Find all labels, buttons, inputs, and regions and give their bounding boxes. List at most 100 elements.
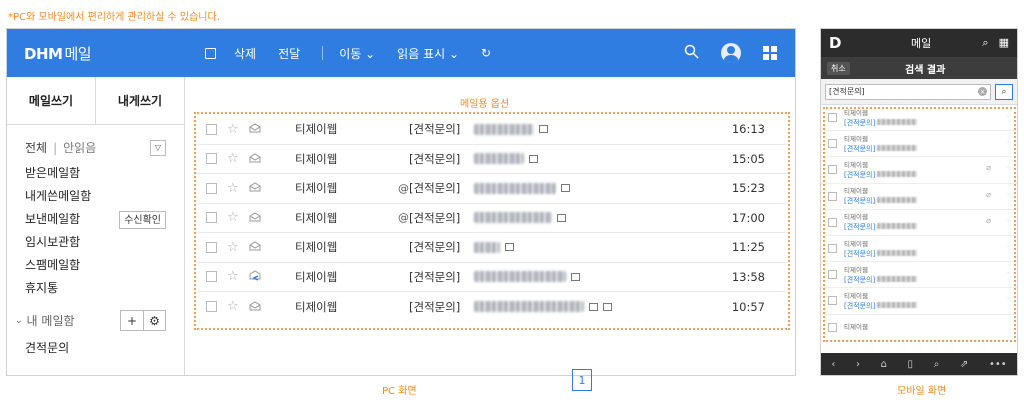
table-row[interactable]: ☆ 티제이웹 [견적문의] 15:05 [197,145,787,174]
forward-icon[interactable]: › [856,359,860,370]
self-compose-button[interactable]: 내게쓰기 [95,77,184,124]
blurred-subject[interactable] [474,212,552,224]
row-checkbox[interactable] [206,301,217,313]
cancel-button[interactable]: 취소 [827,61,850,75]
copy-icon[interactable] [557,213,566,222]
back-icon[interactable]: ‹ [831,359,835,370]
row-checkbox[interactable] [206,123,217,135]
table-row[interactable]: ☆ 티제이웹 [견적문의] 11:25 [197,233,787,263]
page-button[interactable]: 1 [572,369,592,391]
copy-icon[interactable] [561,184,570,193]
mobile-search-input[interactable]: [견적문의] × [825,83,991,100]
blurred-subject[interactable] [474,153,524,165]
copy-icon[interactable] [603,302,612,311]
mail-subject-tag[interactable]: [견적문의] [409,299,464,315]
table-row[interactable]: ☆ 티제이웹 [견적문의] 13:58 [197,263,787,292]
blurred-subject[interactable] [474,123,534,135]
home-icon[interactable]: ⌂ [881,359,887,370]
folder-inbox[interactable]: 받은메일함 [7,162,184,185]
filter-unread[interactable]: 안읽음 [63,139,96,156]
star-icon[interactable]: ☆ [227,210,241,225]
copy-icon[interactable] [589,302,598,311]
chevron-down-icon[interactable]: ▽ [150,139,166,156]
mail-time: 16:13 [731,122,765,137]
mail-time: 11:25 [731,240,765,255]
star-icon[interactable]: ☆ [227,181,241,196]
folder-spam[interactable]: 스팸메일함 [7,254,184,277]
blurred-subject[interactable] [474,271,566,283]
mail-sender[interactable]: 티제이웹 [263,269,397,285]
mail-subject-tag[interactable]: [견적문의] [409,239,464,255]
row-checkbox[interactable] [206,182,217,194]
folder-drafts[interactable]: 임시보관함 [7,231,184,254]
row-checkbox[interactable] [206,212,217,224]
delete-button[interactable]: 삭제 [234,45,256,62]
filter-all[interactable]: 전체 [25,139,47,156]
bookmark-icon[interactable]: ▯ [908,359,914,370]
mobile-logo[interactable]: D [829,34,841,52]
table-row[interactable]: ☆ 티제이웹 [견적문의] 16:13 [197,115,787,145]
star-icon[interactable]: ☆ [227,240,241,255]
folder-trash[interactable]: 휴지통 [7,277,184,300]
logo[interactable]: DHM 메일 [24,43,92,64]
gear-icon[interactable]: ⚙ [143,311,165,330]
refresh-icon[interactable]: ↻ [481,46,491,60]
envelope-icon [249,122,263,136]
clear-icon[interactable]: × [978,87,987,96]
row-checkbox[interactable] [206,271,217,283]
search-icon[interactable]: ⌕ [982,36,988,50]
mail-subject-tag[interactable]: [견적문의] [409,269,464,285]
apps-grid-icon[interactable] [763,46,777,60]
star-icon[interactable]: ☆ [227,122,241,137]
chevron-down-icon[interactable]: ⌄ [15,316,23,326]
move-dropdown[interactable]: 이동 ⌄ [339,45,375,62]
compose-button[interactable]: 메일쓰기 [7,77,95,124]
table-row[interactable]: ☆ 티제이웹 @ [견적문의] 15:23 [197,174,787,204]
search-icon[interactable] [684,44,699,63]
star-icon[interactable]: ☆ [227,299,241,314]
mail-sender[interactable]: 티제이웹 [263,210,397,226]
blurred-subject[interactable] [474,241,500,253]
folder-to-me[interactable]: 내게쓴메일함 [7,185,184,208]
grid-icon[interactable]: ▦ [999,36,1009,50]
mail-sender[interactable]: 티제이웹 [263,151,397,167]
copy-icon[interactable] [529,154,538,163]
select-all-checkbox[interactable] [205,47,216,59]
share-icon[interactable]: ⇗ [960,359,968,370]
my-mailbox-label[interactable]: 내 메일함 [27,312,75,329]
folder-sent[interactable]: 보낸메일함 수신확인 [7,208,184,231]
recv-check-button[interactable]: 수신확인 [119,210,166,229]
header-right [684,29,777,77]
avatar[interactable] [721,43,741,63]
mail-subject-tag[interactable]: [견적문의] [409,210,464,226]
star-icon[interactable]: ☆ [227,151,241,166]
row-checkbox[interactable] [206,153,217,165]
mail-subject-tag[interactable]: [견적문의] [409,121,464,137]
table-row[interactable]: ☆ 티제이웹 [견적문의] 10:57 [197,292,787,322]
folder-quote-inquiry[interactable]: 견적문의 [7,339,184,356]
mail-subject-tag[interactable]: [견적문의] [409,180,464,196]
more-icon[interactable]: ••• [989,359,1007,370]
copy-icon[interactable] [539,125,548,134]
blurred-subject[interactable] [474,301,584,313]
row-checkbox[interactable] [206,241,217,253]
mail-sender[interactable]: 티제이웹 [263,239,397,255]
mail-subject-tag[interactable]: [견적문의] [409,151,464,167]
search-button[interactable]: ⌕ [995,83,1013,100]
copy-icon[interactable] [505,243,514,252]
envelope-icon [249,152,263,166]
mail-sender[interactable]: 티제이웹 [263,180,397,196]
search-result-title: 검색 결과 [905,64,946,76]
search-icon[interactable]: ⌕ [934,359,940,370]
mail-sender[interactable]: 티제이웹 [263,121,397,137]
copy-icon[interactable] [571,272,580,281]
blurred-subject[interactable] [474,182,556,194]
mail-sender[interactable]: 티제이웹 [263,299,397,315]
chevron-down-icon: ⌄ [448,46,460,61]
read-mark-dropdown[interactable]: 읽음 표시 ⌄ [397,45,459,62]
forward-button[interactable]: 전달 [278,45,300,62]
add-folder-icon[interactable]: + [121,311,143,330]
table-row[interactable]: ☆ 티제이웹 @ [견적문의] 17:00 [197,204,787,233]
logo-sub: 메일 [64,44,92,63]
star-icon[interactable]: ☆ [227,269,241,284]
